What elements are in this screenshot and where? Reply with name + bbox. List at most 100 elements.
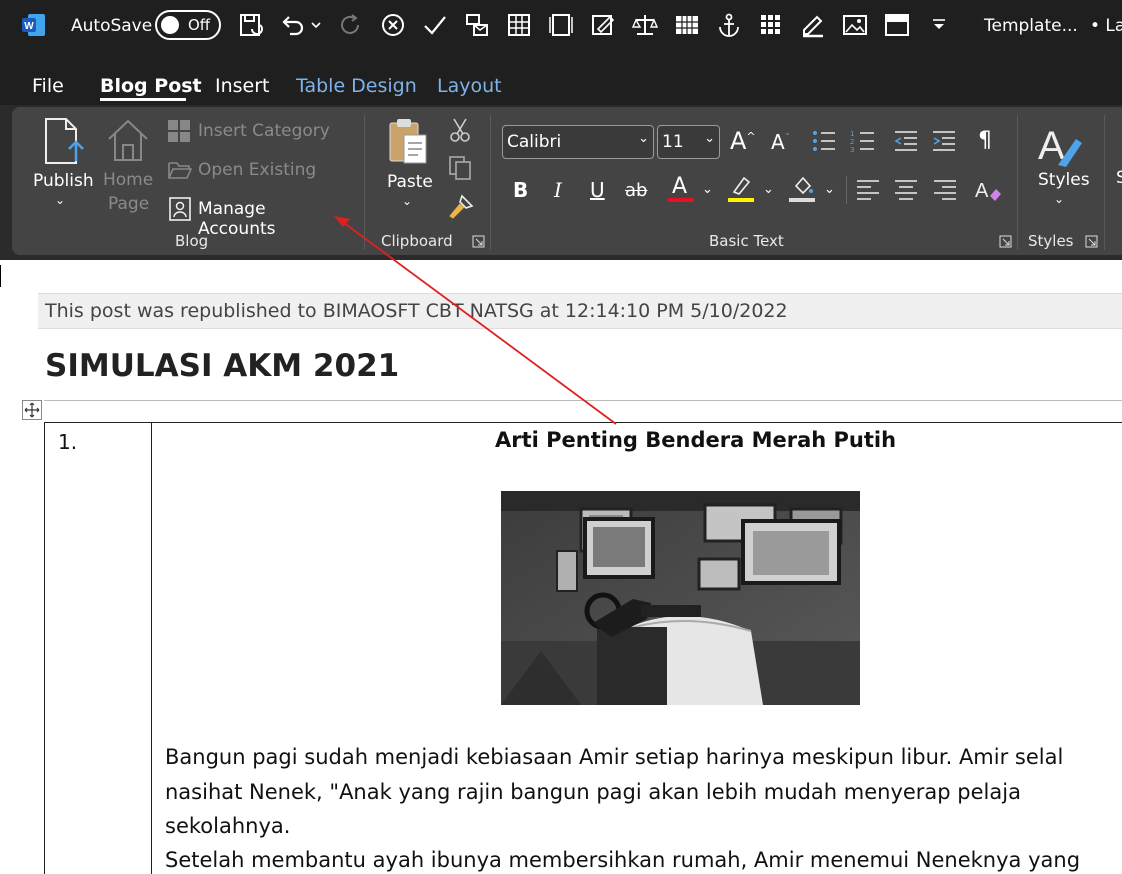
- cut-icon[interactable]: [449, 117, 471, 143]
- apps-grid-icon[interactable]: [758, 12, 784, 38]
- group-separator: [364, 115, 365, 250]
- format-painter-icon[interactable]: [448, 194, 474, 220]
- tab-insert[interactable]: Insert: [215, 75, 270, 97]
- publish-button[interactable]: Publish ⌄: [28, 115, 96, 215]
- table-grid-icon[interactable]: [506, 12, 532, 38]
- picture-icon[interactable]: [842, 12, 868, 38]
- page-frame-icon[interactable]: [548, 12, 574, 38]
- insert-category-button: Insert Category: [166, 118, 336, 144]
- styles-label: Styles: [1038, 170, 1090, 190]
- tab-file[interactable]: File: [32, 75, 64, 97]
- copy-icon[interactable]: [448, 155, 474, 181]
- document-name[interactable]: Template...: [984, 16, 1078, 36]
- post-title[interactable]: SIMULASI AKM 2021: [45, 348, 399, 384]
- publish-label: Publish: [33, 171, 94, 191]
- question-number: 1.: [58, 430, 78, 454]
- cancel-circle-icon[interactable]: [380, 12, 406, 38]
- highlighter-icon: [732, 176, 751, 195]
- clear-formatting-icon[interactable]: A: [974, 176, 1002, 204]
- styles-icon: A: [1038, 124, 1082, 168]
- checkered-icon[interactable]: [674, 12, 700, 38]
- align-right-icon[interactable]: [933, 178, 957, 200]
- chevron-down-icon: ⌄: [704, 131, 715, 146]
- font-name-combo[interactable]: Calibri ⌄: [502, 125, 654, 159]
- group-separator: [846, 176, 847, 204]
- clipboard-launcher-icon[interactable]: [472, 235, 485, 248]
- undo-icon[interactable]: [280, 12, 306, 38]
- last-modified-text: • Las: [1090, 16, 1122, 36]
- share-window-icon[interactable]: [464, 12, 490, 38]
- save-sync-icon[interactable]: [238, 12, 264, 38]
- styles-button[interactable]: A Styles ⌄: [1028, 115, 1092, 215]
- svg-text:W: W: [24, 21, 34, 32]
- autosave-toggle[interactable]: Off: [155, 10, 221, 40]
- shading-button[interactable]: [789, 174, 815, 204]
- increase-indent-icon[interactable]: [931, 128, 957, 154]
- chevron-down-icon[interactable]: ⌄: [702, 182, 713, 197]
- grow-font-icon[interactable]: A^: [730, 127, 756, 155]
- styles-launcher-icon[interactable]: [1085, 235, 1098, 248]
- font-color-icon: A: [672, 174, 688, 199]
- tab-table-design[interactable]: Table Design: [296, 75, 417, 97]
- chevron-down-icon: ⌄: [638, 131, 649, 146]
- bold-button[interactable]: B: [513, 178, 528, 202]
- paste-button[interactable]: Paste ⌄: [382, 115, 434, 215]
- shrink-font-icon[interactable]: Aˇ: [771, 130, 790, 154]
- table-border-left: [44, 422, 45, 874]
- basic-text-launcher-icon[interactable]: [999, 235, 1012, 248]
- chevron-down-icon[interactable]: ⌄: [824, 182, 835, 197]
- open-existing-button: Open Existing: [166, 157, 336, 183]
- shading-color-bar: [789, 198, 815, 202]
- font-color-bar: [668, 198, 694, 202]
- decrease-indent-icon[interactable]: [893, 128, 919, 154]
- font-size-combo[interactable]: 11 ⌄: [657, 125, 720, 159]
- article-photo[interactable]: [501, 491, 860, 705]
- folder-open-icon: [168, 162, 192, 179]
- bullets-icon[interactable]: [811, 128, 837, 154]
- open-existing-label: Open Existing: [198, 160, 317, 180]
- highlight-color-button[interactable]: [728, 174, 754, 204]
- italic-button[interactable]: I: [554, 178, 562, 202]
- insert-category-label: Insert Category: [198, 121, 330, 141]
- underline-button[interactable]: U: [590, 178, 605, 202]
- active-tab-underline: [100, 98, 186, 101]
- paragraph-line-3: sekolahnya.: [165, 814, 291, 838]
- autosave-label: AutoSave: [71, 16, 153, 36]
- manage-accounts-button[interactable]: Manage Accounts: [166, 195, 346, 239]
- strikethrough-button[interactable]: ab: [625, 180, 647, 201]
- scales-icon[interactable]: [632, 12, 658, 38]
- table-border-top: [44, 422, 1122, 423]
- undo-dropdown-icon[interactable]: [310, 12, 322, 38]
- autosave-state: Off: [188, 16, 211, 34]
- svg-text:2: 2: [850, 138, 854, 146]
- svg-text:1: 1: [850, 130, 854, 138]
- svg-text:A: A: [975, 180, 989, 202]
- align-left-icon[interactable]: [856, 178, 880, 200]
- customize-qat-icon[interactable]: [930, 12, 948, 38]
- text-cursor: [0, 265, 1, 287]
- paragraph-line-4: Setelah membantu ayah ibunya membersihka…: [165, 848, 1081, 872]
- anchor-icon[interactable]: [716, 12, 742, 38]
- chevron-down-icon[interactable]: ⌄: [763, 182, 774, 197]
- paste-dropdown-icon: ⌄: [402, 194, 413, 208]
- show-formatting-icon[interactable]: ¶: [978, 128, 992, 153]
- draw-pen-icon[interactable]: [800, 12, 826, 38]
- table-move-handle-icon[interactable]: [22, 400, 42, 420]
- home-icon: [108, 119, 148, 161]
- redo-icon: [341, 14, 359, 34]
- group-separator: [1104, 115, 1105, 250]
- home-page-button: Home Page: [100, 115, 156, 215]
- home-page-label-1: Home: [103, 170, 154, 190]
- signature-edit-icon[interactable]: [590, 12, 616, 38]
- styles-dropdown-icon: ⌄: [1054, 192, 1065, 206]
- group-separator: [490, 115, 491, 250]
- font-color-button[interactable]: A: [668, 174, 694, 204]
- align-center-icon[interactable]: [894, 178, 918, 200]
- checkmark-icon[interactable]: [422, 12, 448, 38]
- tab-layout[interactable]: Layout: [437, 75, 502, 97]
- numbering-icon[interactable]: 123: [850, 128, 876, 154]
- header-layout-icon[interactable]: [884, 12, 910, 38]
- category-grid-icon: [168, 120, 190, 142]
- highlight-color-bar: [728, 198, 754, 202]
- tab-blog-post[interactable]: Blog Post: [100, 75, 202, 97]
